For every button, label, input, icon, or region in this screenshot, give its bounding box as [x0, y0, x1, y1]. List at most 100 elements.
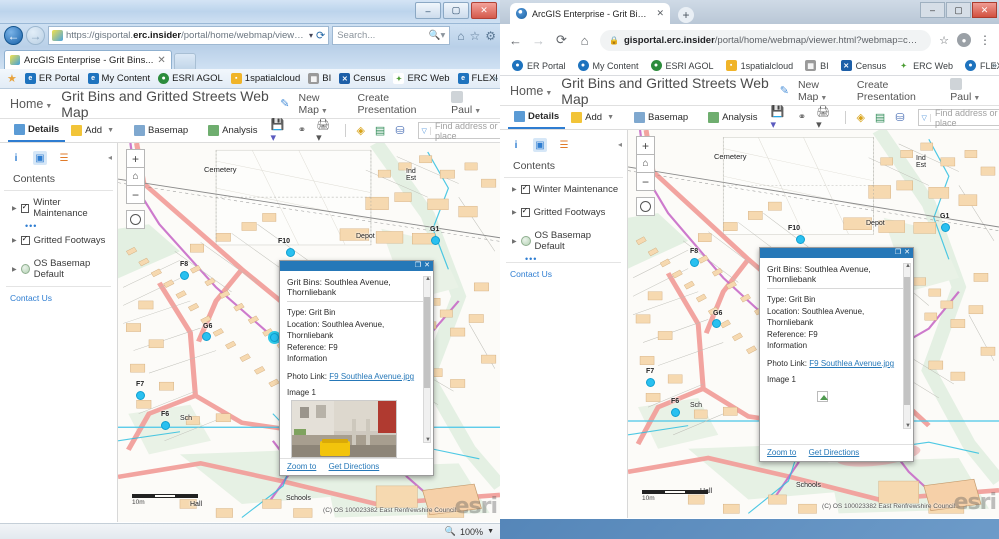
bookmark-my-content[interactable]: ●My Content — [572, 60, 645, 71]
feature-popup[interactable]: ❐ ✕ Grit Bins: Southlea Avenue, Thornlie… — [759, 247, 914, 462]
ie-address-bar[interactable]: https://gisportal.erc.insider/portal/hom… — [48, 26, 329, 45]
bookmark-er-portal[interactable]: ●ER Portal — [506, 60, 572, 71]
bookmark-bi[interactable]: ▦BI — [304, 73, 335, 84]
map-pin[interactable] — [431, 236, 440, 245]
layer-checkbox[interactable] — [521, 208, 530, 217]
chrome-minimize-button[interactable]: – — [920, 2, 945, 18]
layer-winter-maintenance[interactable]: ▶Winter Maintenance — [500, 178, 627, 201]
home-menu[interactable]: Home▼ — [10, 97, 52, 111]
map-pin[interactable] — [712, 319, 721, 328]
bookmark-1spatialcloud[interactable]: ▪1spatialcloud — [227, 73, 304, 84]
chevron-down-icon[interactable]: ▽ — [422, 127, 431, 135]
back-icon[interactable]: ← — [508, 33, 523, 48]
chrome-maximize-button[interactable]: ▢ — [946, 2, 971, 18]
forward-icon[interactable]: → — [531, 33, 546, 48]
chrome-active-tab[interactable]: ArcGIS Enterprise - Grit Bins and ✕ — [510, 3, 670, 24]
ie-active-tab[interactable]: ArcGIS Enterprise - Grit Bins... ✕ — [4, 50, 172, 69]
bookmark-erc-web[interactable]: ✦ERC Web — [892, 60, 959, 71]
layer-checkbox[interactable] — [21, 204, 30, 213]
close-icon[interactable]: ✕ — [904, 249, 910, 257]
bookmark-star-icon[interactable]: ☆ — [939, 34, 949, 47]
search-input[interactable]: ▽ Find address or place 🔍 — [418, 122, 500, 139]
share-link-icon[interactable]: ⚭ — [298, 125, 306, 136]
layer-options-icon[interactable]: ••• — [0, 221, 117, 229]
chevron-down-icon[interactable]: ▽ — [922, 114, 931, 122]
get-directions-link[interactable]: Get Directions — [329, 462, 380, 471]
refresh-icon[interactable]: ⟳ — [316, 29, 325, 42]
zoom-out-button[interactable]: − — [126, 185, 145, 204]
bookmark-my-content[interactable]: eMy Content — [84, 73, 155, 84]
ie-close-button[interactable]: ✕ — [471, 2, 497, 19]
map-pin[interactable] — [796, 235, 805, 244]
measure-icon[interactable]: ▤ — [875, 111, 885, 124]
bookmark-esri-agol[interactable]: ●ESRI AGOL — [154, 73, 227, 84]
bookmark-esri-agol[interactable]: ●ESRI AGOL — [645, 60, 720, 71]
map-pin[interactable] — [671, 408, 680, 417]
scroll-up-icon[interactable]: ▲ — [425, 276, 431, 282]
popup-restore-icon[interactable]: ❐ — [415, 262, 421, 270]
close-icon[interactable]: ✕ — [157, 55, 165, 66]
map-zoom-controls[interactable]: + ⌂ − — [636, 136, 655, 215]
about-tab[interactable]: i — [509, 138, 523, 152]
ie-maximize-button[interactable]: ▢ — [443, 2, 469, 19]
scroll-up-icon[interactable]: ▲ — [905, 263, 911, 269]
home-icon[interactable]: ⌂ — [636, 154, 655, 173]
ie-minimize-button[interactable]: – — [415, 2, 441, 19]
favorites-star-icon[interactable]: ★ — [3, 72, 21, 85]
map-canvas[interactable]: + ⌂ − F10 F8 G1 G6 F7 F6 — [628, 130, 999, 518]
tab-details[interactable]: Details — [8, 120, 65, 142]
popup-restore-icon[interactable]: ❐ — [895, 249, 901, 257]
close-icon[interactable]: ✕ — [656, 8, 664, 19]
add-button[interactable]: Add▼ — [565, 107, 620, 129]
about-tab[interactable]: i — [9, 151, 23, 165]
chevron-right-icon[interactable]: ▶ — [12, 237, 17, 244]
gear-icon[interactable]: ⚙ — [485, 29, 496, 43]
chevron-down-icon[interactable]: ▾ — [309, 31, 313, 40]
save-icon[interactable]: 💾▾ — [271, 118, 288, 144]
directions-icon[interactable]: ◈ — [856, 111, 864, 124]
create-presentation-button[interactable]: Create Presentation — [857, 79, 937, 103]
measure-icon[interactable]: ▤ — [375, 124, 385, 137]
zoom-in-button[interactable]: + — [126, 149, 145, 168]
chevron-right-icon[interactable]: ▶ — [512, 238, 517, 245]
map-pin-selected[interactable] — [270, 333, 279, 342]
legend-tab[interactable]: ☰ — [57, 151, 71, 165]
scrollbar-thumb[interactable] — [424, 297, 430, 388]
collapse-panel-icon[interactable]: ◂ — [618, 140, 622, 149]
home-icon[interactable]: ⌂ — [126, 167, 145, 186]
photo-link[interactable]: F9 Southlea Avenue.jpg — [329, 372, 414, 381]
map-pin[interactable] — [941, 223, 950, 232]
ie-search-box[interactable]: Search... 🔍▾ — [332, 26, 450, 45]
scroll-down-icon[interactable]: ▼ — [905, 423, 911, 429]
bookmark-erc-web[interactable]: ✦ERC Web — [389, 73, 453, 84]
share-link-icon[interactable]: ⚭ — [798, 112, 806, 123]
reload-icon[interactable]: ⟳ — [554, 32, 569, 48]
contact-us-link[interactable]: Contact Us — [6, 286, 111, 311]
chrome-window-controls[interactable]: – ▢ ✕ — [920, 2, 997, 18]
close-icon[interactable]: ✕ — [424, 262, 430, 270]
layer-checkbox[interactable] — [21, 236, 30, 245]
back-icon[interactable]: ← — [4, 26, 23, 45]
chrome-address-bar[interactable]: 🔒 gisportal.erc.insider/portal/home/webm… — [600, 30, 931, 51]
feature-popup[interactable]: ❐ ✕ Grit Bins: Southlea Avenue, Thornlie… — [279, 260, 434, 476]
map-pin[interactable] — [646, 378, 655, 387]
bookmark-census[interactable]: ✕Census — [335, 73, 389, 84]
zoom-to-link[interactable]: Zoom to — [767, 448, 796, 457]
collapse-panel-icon[interactable]: ◂ — [108, 153, 112, 162]
chevron-right-icon[interactable]: ▶ — [12, 205, 17, 212]
zoom-out-button[interactable]: − — [636, 172, 655, 191]
analysis-button[interactable]: Analysis — [202, 120, 263, 142]
contact-us-link[interactable]: Contact Us — [506, 262, 621, 287]
add-button[interactable]: Add▼ — [65, 120, 120, 142]
user-menu[interactable]: Paul▼ — [451, 91, 490, 116]
contents-tab[interactable]: ▣ — [33, 151, 47, 165]
chevron-down-icon[interactable]: ▼ — [487, 528, 494, 535]
chrome-close-button[interactable]: ✕ — [972, 2, 997, 18]
forward-icon[interactable]: → — [26, 26, 45, 45]
locate-icon[interactable] — [126, 210, 145, 229]
avatar[interactable]: ● — [957, 33, 971, 47]
bookmarks-overflow-icon[interactable]: » — [493, 73, 498, 83]
chevron-right-icon[interactable]: ▶ — [512, 209, 517, 216]
user-menu[interactable]: Paul▼ — [950, 78, 989, 103]
layer-winter-maintenance[interactable]: ▶Winter Maintenance — [0, 191, 117, 225]
